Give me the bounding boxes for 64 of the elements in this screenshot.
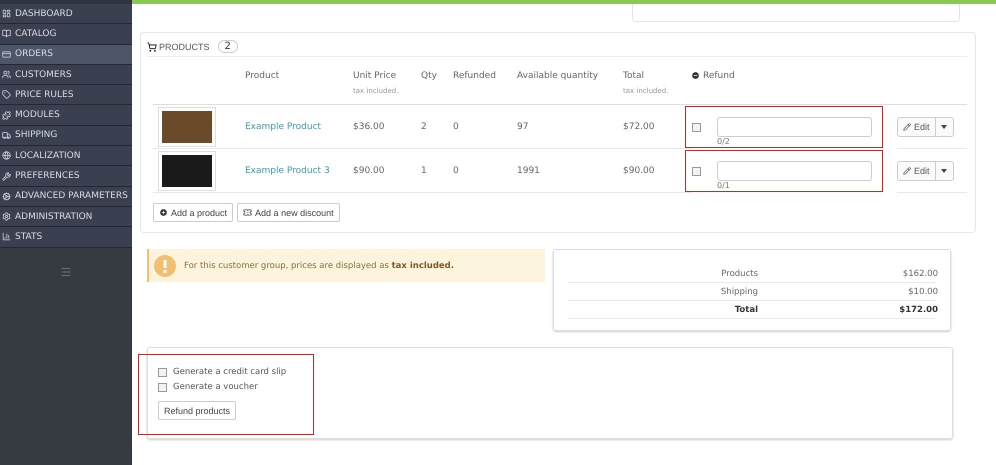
action-button[interactable]: Add a product — [153, 203, 234, 222]
refund-quantity-field[interactable] — [717, 160, 872, 180]
table-cell: 1991 — [517, 149, 623, 193]
checkbox[interactable] — [158, 382, 167, 392]
sidebar-item[interactable]: ADVANCED PARAMETERS — [0, 186, 132, 207]
minus-icon — [691, 71, 700, 80]
table-cell: 1 — [421, 149, 453, 193]
alert-text: For this customer group, prices are displayed as tax included. — [184, 260, 454, 270]
edit-button[interactable]: Edit — [897, 116, 936, 136]
total-label: Shipping — [720, 286, 758, 296]
checkbox[interactable] — [158, 368, 167, 376]
sidebar-item[interactable]: ORDERS — [0, 44, 132, 65]
cart-icon — [147, 42, 157, 52]
column-header: Qty — [421, 67, 453, 105]
table-cell: $36.00 — [353, 105, 421, 149]
column-header: Refunded — [453, 67, 517, 105]
column-header: Product — [245, 67, 353, 105]
column-header: Refund — [691, 67, 897, 105]
product-photo — [159, 152, 215, 190]
sidebar-item[interactable]: CUSTOMERS — [0, 64, 132, 86]
action-button[interactable]: Add a new discount — [237, 203, 340, 222]
pencil-icon — [903, 166, 911, 174]
table-cell: 2 — [421, 105, 453, 149]
table-cell: 97 — [517, 105, 623, 149]
refund-max: 0/1 — [717, 180, 731, 190]
refund-quantity-field[interactable] — [717, 116, 872, 136]
table-cell: $90.00 — [623, 149, 691, 193]
table-cell: 0 — [453, 149, 517, 193]
total-value: $10.00 — [907, 286, 938, 296]
total-value: $172.00 — [898, 304, 938, 314]
column-header: Available quantity — [517, 67, 623, 105]
caret-icon — [941, 168, 948, 172]
pencil-icon — [903, 122, 911, 130]
dropdown-button[interactable] — [936, 160, 954, 180]
panel-title: PRODUCTS — [159, 42, 210, 52]
sidebar-item[interactable]: PREFERENCES — [0, 166, 132, 187]
plus-icon — [159, 208, 168, 217]
option-label: Generate a credit card slip — [173, 367, 286, 377]
refund-max: 0/2 — [717, 136, 731, 146]
sidebar-item[interactable]: ADMINISTRATION — [0, 206, 132, 228]
total-label: Products — [720, 268, 758, 278]
warning-icon — [154, 254, 176, 276]
checkbox[interactable] — [692, 122, 701, 132]
edit-button[interactable]: Edit — [897, 160, 936, 180]
sidebar-item[interactable]: LOCALIZATION — [0, 146, 132, 166]
option-label: Generate a voucher — [173, 382, 258, 392]
dropdown-button[interactable] — [936, 116, 954, 136]
sidebar-item[interactable]: CATALOG — [0, 24, 132, 45]
total-label: Total — [734, 304, 758, 314]
sidebar-item[interactable]: PRICE RULES — [0, 85, 132, 106]
product-count: 2 — [218, 40, 238, 53]
checkbox[interactable] — [692, 166, 701, 176]
table-cell: $72.00 — [623, 105, 691, 149]
sidebar-item[interactable]: SHIPPING — [0, 126, 132, 146]
total-value: $162.00 — [902, 268, 938, 278]
table-cell: $90.00 — [353, 149, 421, 193]
sidebar-item[interactable]: MODULES — [0, 105, 132, 126]
product-photo — [159, 108, 215, 146]
sidebar-item[interactable]: DASHBOARD — [0, 4, 132, 24]
sidebar-item[interactable]: STATS — [0, 227, 132, 248]
ticket-icon — [243, 208, 252, 217]
refund-button[interactable]: Refund products — [158, 401, 236, 420]
table-cell: 0 — [453, 105, 517, 149]
caret-icon — [941, 124, 948, 128]
